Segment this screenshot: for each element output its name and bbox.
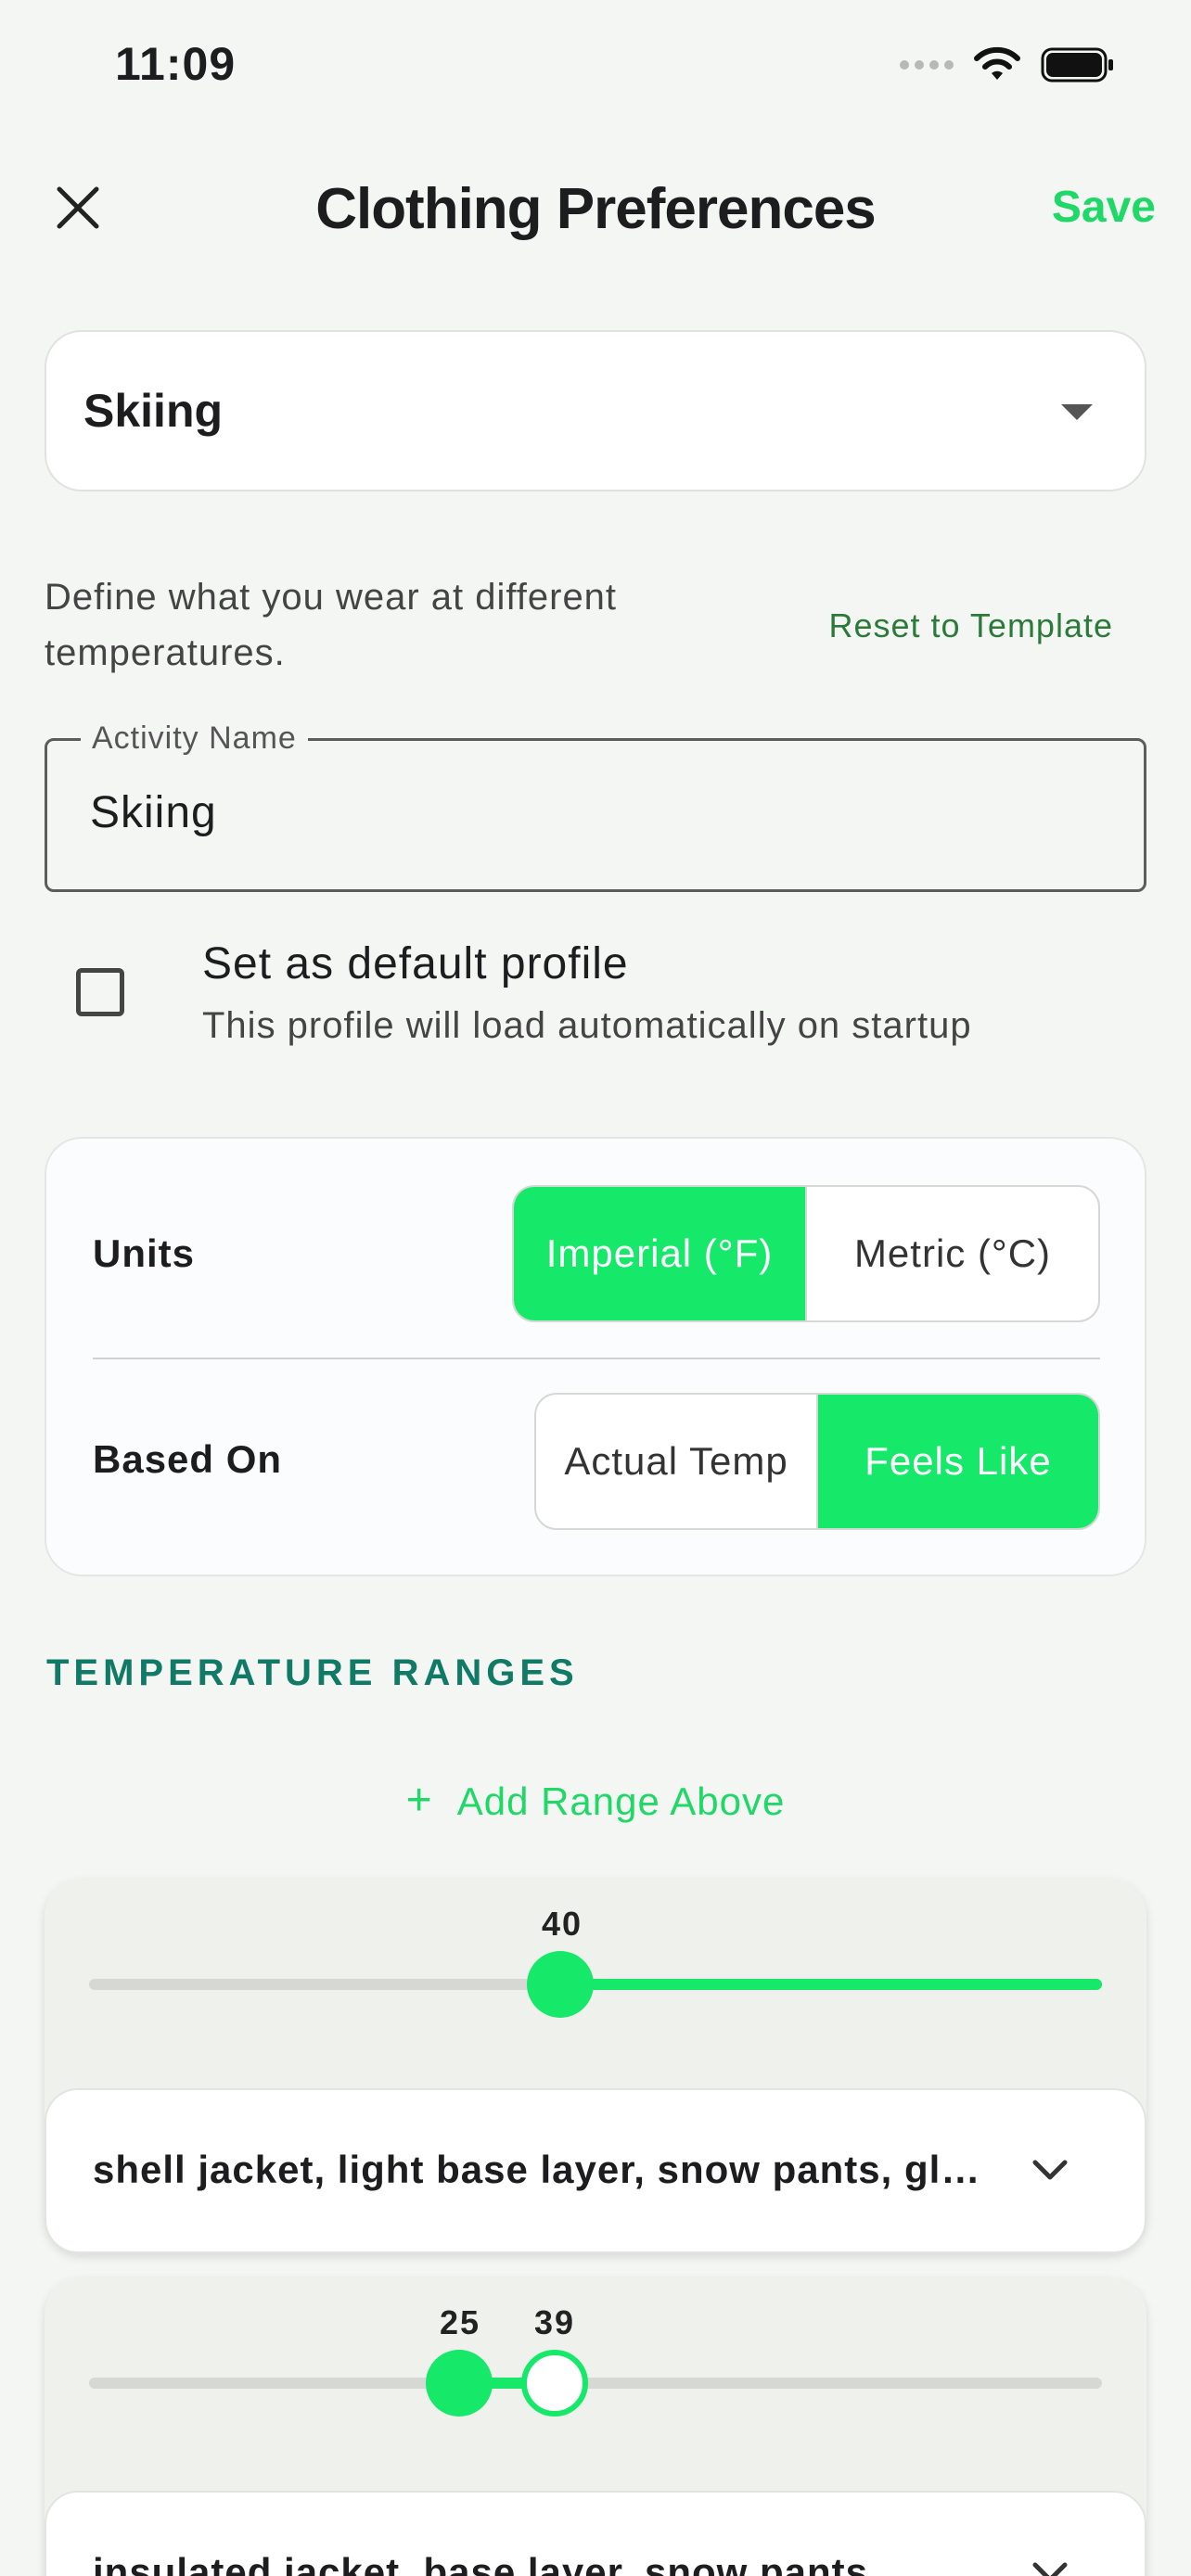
activity-name-label: Activity Name <box>81 721 308 757</box>
based-on-segmented-control: Actual Temp Feels Like <box>534 1393 1100 1530</box>
reset-to-template-button[interactable]: Reset to Template <box>829 606 1114 645</box>
profile-dropdown-value: Skiing <box>83 385 224 437</box>
units-option-imperial[interactable]: Imperial (°F) <box>514 1187 805 1320</box>
based-on-option-feels-like[interactable]: Feels Like <box>816 1395 1098 1528</box>
dropdown-caret-icon <box>1061 404 1093 420</box>
units-option-metric[interactable]: Metric (°C) <box>805 1187 1098 1320</box>
default-profile-title: Set as default profile <box>202 939 629 988</box>
default-profile-checkbox[interactable] <box>76 968 124 1016</box>
activity-name-field: Activity Name <box>45 721 1146 892</box>
temperature-range-card: 25 39 insulated jacket, base layer, snow… <box>45 2277 1146 2576</box>
range-slider-track[interactable] <box>89 1979 1102 1990</box>
range-slider-track[interactable] <box>89 2378 1102 2389</box>
clothing-preferences-screen: 11:09 Clothing Preferences Save Skiing D… <box>0 0 1191 2576</box>
range-slider-min-label: 40 <box>541 1905 583 1943</box>
description-text: Define what you wear at different temper… <box>45 577 618 673</box>
range-slider-max-thumb[interactable] <box>521 2350 589 2417</box>
save-button[interactable]: Save <box>1052 182 1156 233</box>
page-title: Clothing Preferences <box>315 177 877 241</box>
battery-icon <box>1041 47 1113 83</box>
range-slider-min-thumb[interactable] <box>425 2350 493 2417</box>
clothing-row[interactable]: insulated jacket, base layer, snow pants <box>45 2491 1146 2576</box>
units-label: Units <box>93 1231 195 1275</box>
range-slider-fill <box>559 1979 1102 1990</box>
clothing-summary: insulated jacket, base layer, snow pants <box>93 2550 868 2576</box>
range-slider-min-thumb[interactable] <box>526 1951 594 2018</box>
status-icons <box>900 46 1115 83</box>
cellular-signal-icon <box>900 60 954 70</box>
add-range-above-button[interactable]: + Add Range Above <box>0 1775 1191 1826</box>
wifi-icon <box>974 46 1020 80</box>
clothing-summary: shell jacket, light base layer, snow pan… <box>93 2148 983 2191</box>
temperature-range-card: 40 shell jacket, light base layer, snow … <box>45 1879 1146 2253</box>
range-slider-min-label: 25 <box>439 2303 481 2341</box>
default-profile-subtitle: This profile will load automatically on … <box>202 1005 972 1046</box>
add-range-above-label: Add Range Above <box>456 1779 786 1823</box>
based-on-label: Based On <box>93 1437 283 1481</box>
settings-divider <box>93 1358 1100 1359</box>
chevron-down-icon <box>1032 2562 1068 2576</box>
status-time: 11:09 <box>115 38 237 90</box>
profile-dropdown[interactable]: Skiing <box>45 330 1146 491</box>
clothing-row[interactable]: shell jacket, light base layer, snow pan… <box>45 2088 1146 2253</box>
temperature-ranges-heading: TEMPERATURE RANGES <box>46 1652 579 1693</box>
activity-name-input[interactable] <box>90 787 1092 838</box>
plus-icon: + <box>405 1776 433 1825</box>
chevron-down-icon <box>1032 2160 1068 2180</box>
based-on-option-actual[interactable]: Actual Temp <box>536 1395 816 1528</box>
units-segmented-control: Imperial (°F) Metric (°C) <box>512 1185 1100 1322</box>
settings-card: Units Imperial (°F) Metric (°C) Based On… <box>45 1137 1146 1576</box>
range-slider-max-label: 39 <box>533 2303 576 2341</box>
